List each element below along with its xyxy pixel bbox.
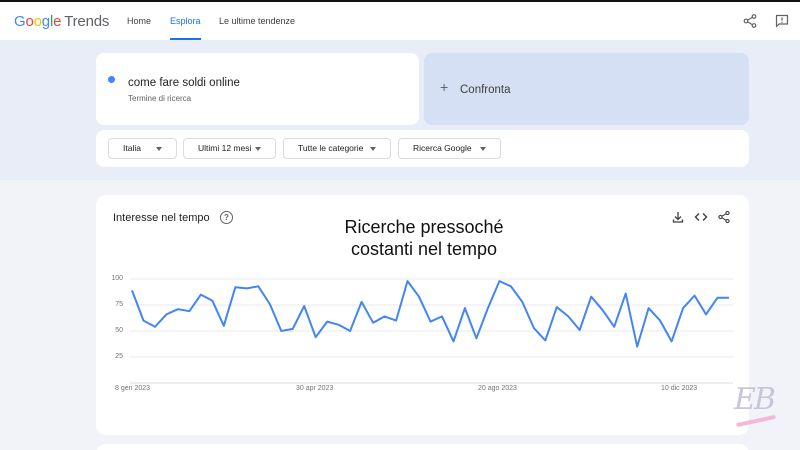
- data-point[interactable]: [451, 339, 456, 344]
- data-point[interactable]: [198, 292, 203, 297]
- logo-google-wordmark: Google: [14, 13, 62, 30]
- x-tick-label: 8 gen 2023: [115, 385, 151, 392]
- caret-down-icon: [370, 147, 376, 151]
- y-tick-label: 25: [115, 353, 123, 360]
- watermark-logo: EB: [734, 382, 776, 417]
- search-term-card[interactable]: come fare soldi online Termine di ricerc…: [96, 53, 419, 125]
- data-point[interactable]: [290, 326, 295, 331]
- data-point[interactable]: [267, 302, 272, 307]
- data-point[interactable]: [554, 305, 559, 310]
- y-tick-label: 100: [111, 275, 123, 282]
- y-tick-label: 75: [115, 301, 123, 308]
- data-point[interactable]: [221, 323, 226, 328]
- data-point[interactable]: [543, 338, 548, 343]
- x-tick-label: 20 ago 2023: [478, 385, 517, 392]
- data-point[interactable]: [623, 291, 628, 296]
- data-point[interactable]: [428, 319, 433, 324]
- data-point[interactable]: [371, 320, 376, 325]
- data-point[interactable]: [669, 339, 674, 344]
- data-point[interactable]: [497, 279, 502, 284]
- next-card: [96, 444, 749, 450]
- data-point[interactable]: [256, 284, 261, 289]
- filter-category[interactable]: Tutte le categorie: [283, 138, 391, 159]
- data-point[interactable]: [727, 295, 732, 300]
- data-point[interactable]: [531, 325, 536, 330]
- logo-trends-text: Trends: [64, 13, 110, 30]
- data-point[interactable]: [210, 298, 215, 303]
- data-point[interactable]: [474, 336, 479, 341]
- interest-line-chart: [130, 278, 733, 384]
- data-point[interactable]: [635, 344, 640, 349]
- x-tick-label: 30 apr 2023: [296, 385, 334, 392]
- feedback-icon[interactable]: [774, 13, 790, 29]
- nav-latest-trends[interactable]: Le ultime tendenze: [219, 2, 295, 40]
- term-color-dot: [108, 76, 115, 83]
- data-point[interactable]: [577, 328, 582, 333]
- data-point[interactable]: [130, 288, 135, 293]
- data-point[interactable]: [233, 285, 238, 290]
- data-point[interactable]: [394, 318, 399, 323]
- data-point[interactable]: [417, 294, 422, 299]
- data-point[interactable]: [462, 306, 467, 311]
- data-point[interactable]: [164, 312, 169, 317]
- filter-time-range[interactable]: Ultimi 12 mesi: [183, 138, 276, 159]
- data-point[interactable]: [302, 304, 307, 309]
- data-point[interactable]: [508, 284, 513, 289]
- data-point[interactable]: [279, 329, 284, 334]
- filter-region[interactable]: Italia: [108, 138, 177, 159]
- data-point[interactable]: [681, 306, 686, 311]
- data-point[interactable]: [704, 312, 709, 317]
- search-term-name[interactable]: come fare soldi online: [128, 77, 240, 89]
- data-point[interactable]: [382, 314, 387, 319]
- search-term-type: Termine di ricerca: [128, 94, 192, 103]
- top-bar: Google Trends Home Esplora Le ultime tend…: [0, 0, 800, 40]
- filter-region-label: Italia: [123, 143, 141, 153]
- data-point[interactable]: [405, 279, 410, 284]
- data-point[interactable]: [589, 294, 594, 299]
- data-point[interactable]: [187, 309, 192, 314]
- filter-search-type[interactable]: Ricerca Google: [398, 138, 501, 159]
- data-point[interactable]: [658, 318, 663, 323]
- interest-over-time-card: Interesse nel tempo ? Ricerche pressoché…: [96, 195, 749, 435]
- caret-down-icon: [156, 147, 162, 151]
- data-point[interactable]: [692, 293, 697, 298]
- y-tick-label: 50: [115, 327, 123, 334]
- data-point[interactable]: [359, 299, 364, 304]
- compare-label: Confronta: [460, 84, 511, 96]
- caret-down-icon: [480, 147, 486, 151]
- series-line[interactable]: [131, 280, 729, 348]
- data-point[interactable]: [612, 324, 617, 329]
- data-point[interactable]: [175, 307, 180, 312]
- data-point[interactable]: [244, 286, 249, 291]
- google-trends-logo[interactable]: Google Trends: [14, 13, 109, 30]
- data-point[interactable]: [600, 308, 605, 313]
- filter-time-label: Ultimi 12 mesi: [198, 143, 252, 153]
- compare-button[interactable]: + Confronta: [424, 53, 749, 125]
- nav-home[interactable]: Home: [127, 2, 151, 40]
- data-point[interactable]: [348, 329, 353, 334]
- filter-category-label: Tutte le categorie: [298, 143, 364, 153]
- data-point[interactable]: [153, 324, 158, 329]
- data-point[interactable]: [715, 295, 720, 300]
- share-icon[interactable]: [742, 13, 758, 29]
- nav-esplora[interactable]: Esplora: [170, 2, 201, 40]
- data-point[interactable]: [520, 299, 525, 304]
- data-point[interactable]: [646, 306, 651, 311]
- filter-search-type-label: Ricerca Google: [413, 143, 472, 153]
- data-point[interactable]: [141, 318, 146, 323]
- data-point[interactable]: [336, 322, 341, 327]
- data-point[interactable]: [440, 314, 445, 319]
- caret-down-icon: [255, 147, 261, 151]
- data-point[interactable]: [566, 314, 571, 319]
- data-point[interactable]: [313, 335, 318, 340]
- filter-bar: Italia Ultimi 12 mesi Tutte le categorie…: [96, 130, 749, 167]
- x-tick-label: 10 dic 2023: [661, 385, 698, 392]
- data-point[interactable]: [485, 306, 490, 311]
- data-point[interactable]: [325, 319, 330, 324]
- plus-icon: +: [440, 79, 449, 95]
